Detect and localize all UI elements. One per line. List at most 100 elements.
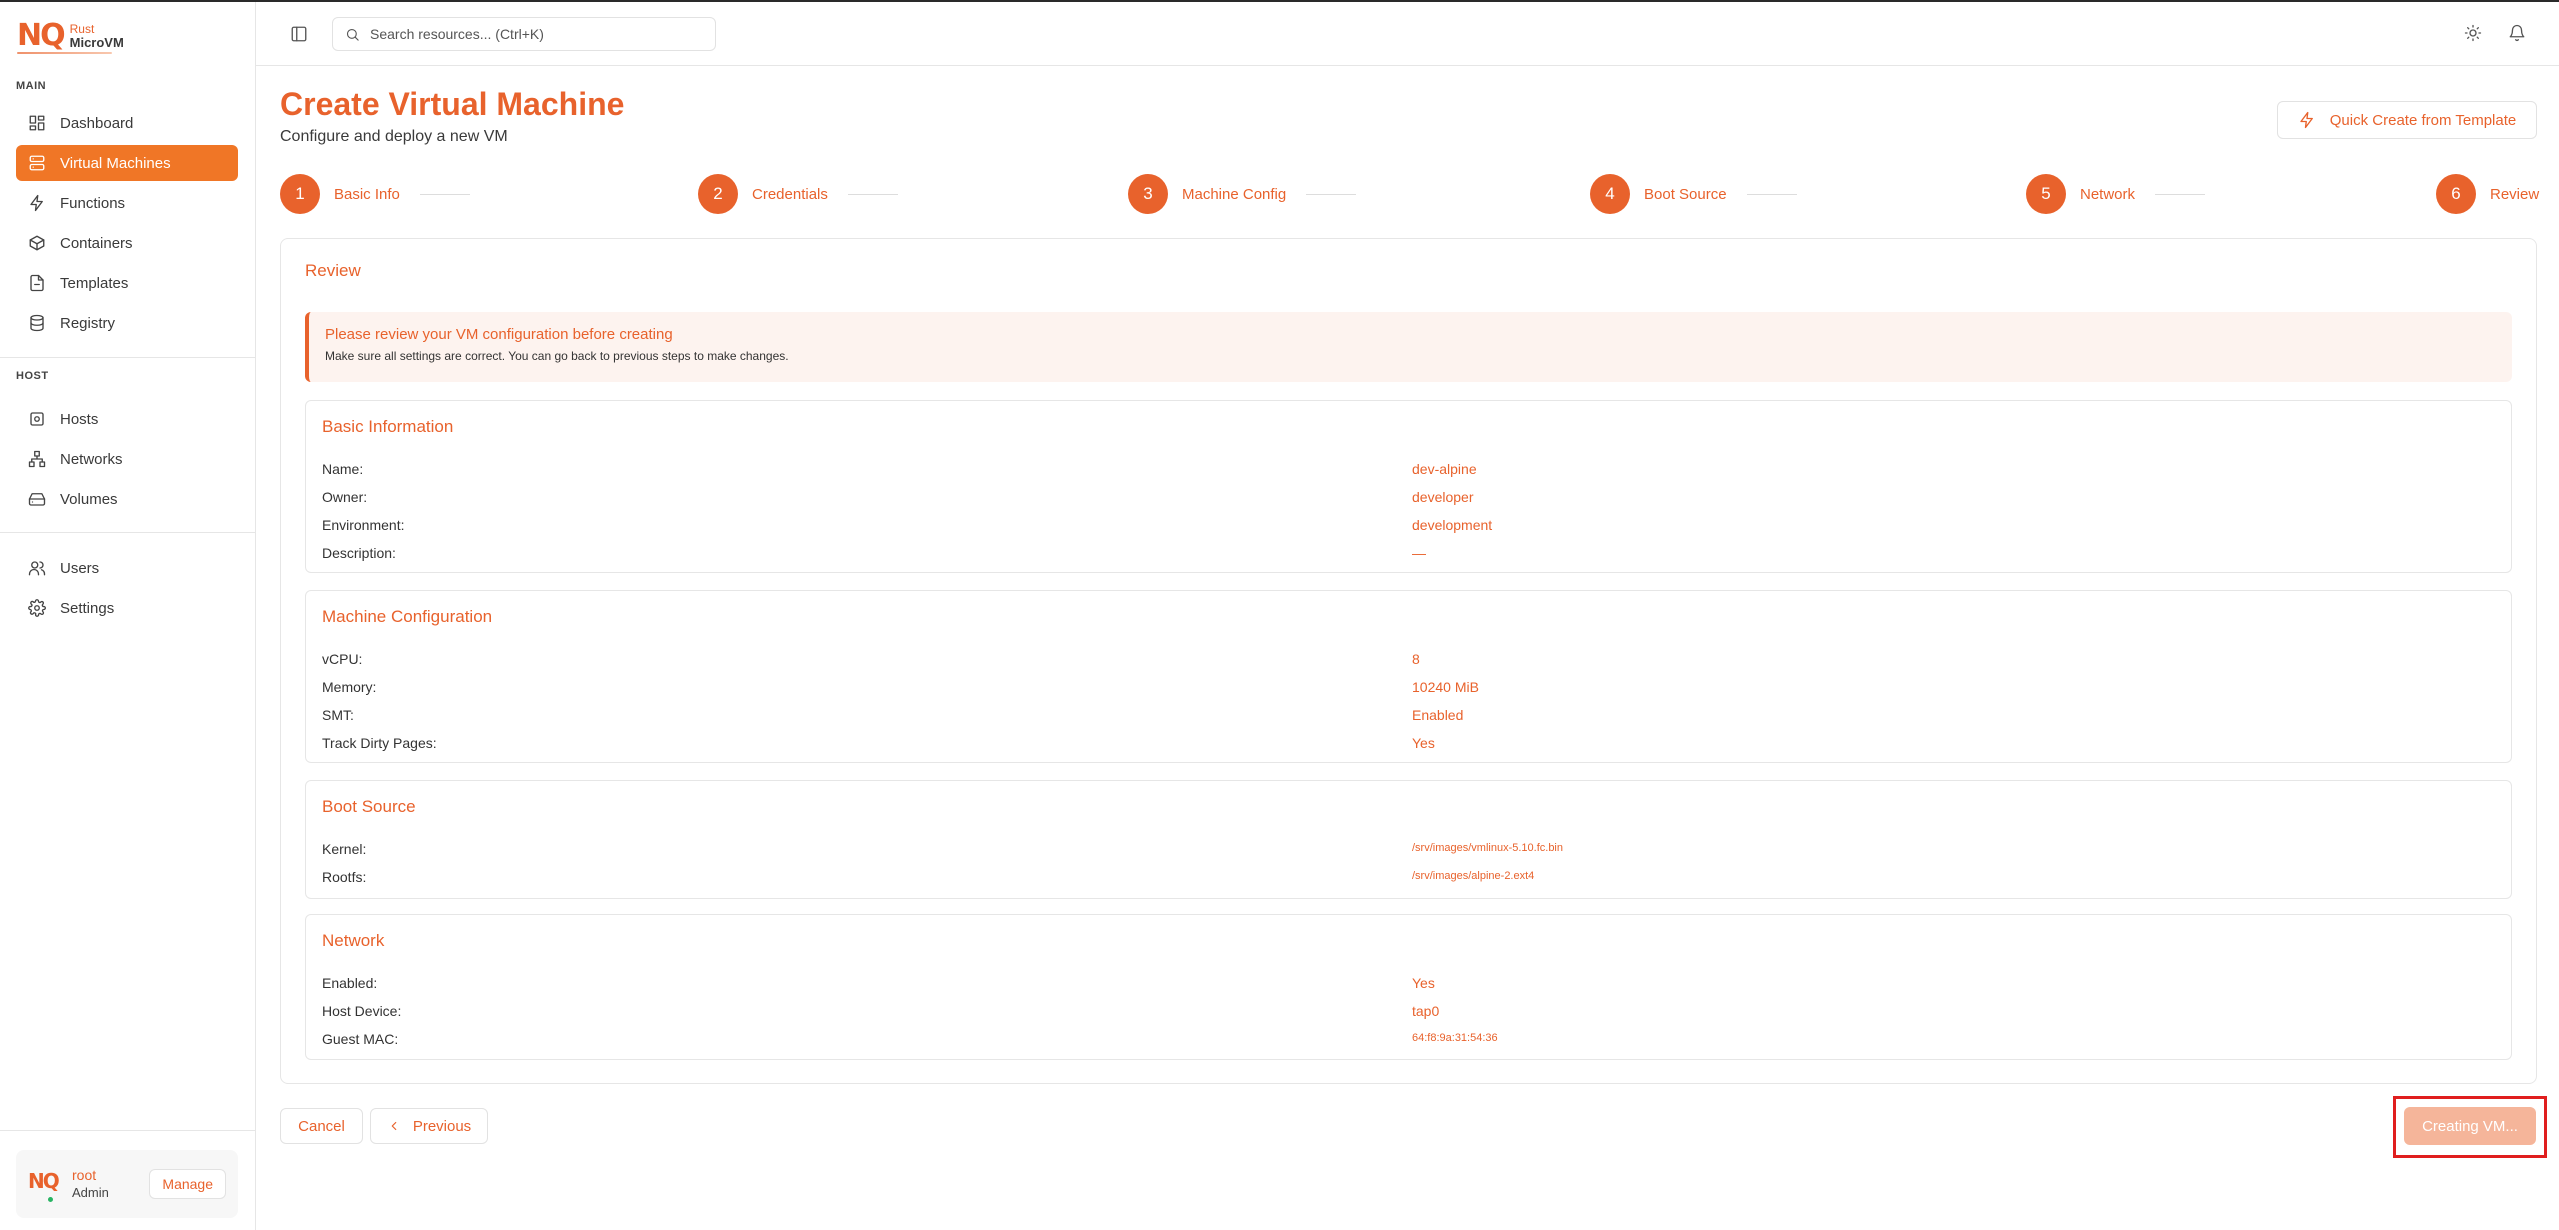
review-row: Kernel:/srv/images/vmlinux-5.10.fc.bin — [322, 841, 1563, 857]
step-connector — [419, 193, 470, 195]
network-icon — [28, 450, 46, 468]
step-label: Network — [2080, 185, 2136, 203]
host-icon — [30, 412, 44, 426]
step-number: 1 — [280, 174, 320, 214]
sidebar-item-volumes[interactable]: Volumes — [16, 481, 238, 517]
sidebar-item-label: Dashboard — [60, 114, 134, 132]
step-number: 2 — [698, 174, 738, 214]
gear-icon — [28, 599, 46, 617]
sidebar-item-label: Functions — [60, 194, 126, 212]
step-network[interactable]: 5 Network — [2026, 174, 2206, 214]
section-boot-source: Boot Source Kernel:/srv/images/vmlinux-5… — [305, 780, 2512, 899]
step-connector — [2155, 193, 2206, 195]
brand-logo[interactable]: NQ Rust MicroVM — [17, 18, 124, 53]
review-row: SMT: Enabled — [322, 707, 1464, 723]
review-row: Description: — — [322, 545, 1426, 561]
online-status-dot — [46, 1195, 55, 1204]
step-boot-source[interactable]: 4 Boot Source — [1590, 174, 1797, 214]
sidebar-item-networks[interactable]: Networks — [16, 441, 238, 477]
sidebar-item-hosts[interactable]: Hosts — [16, 401, 238, 437]
review-row: Environment: development — [322, 517, 1493, 533]
review-card: Review Please review your VM configurati… — [280, 238, 2537, 1084]
page-subtitle: Configure and deploy a new VM — [280, 128, 508, 145]
section-label-main: MAIN — [16, 80, 47, 92]
sidebar-divider — [0, 1130, 256, 1131]
database-icon — [30, 314, 44, 332]
review-row: Memory: 10240 MiB — [322, 679, 1479, 695]
section-title: Network — [322, 931, 385, 950]
review-row: Rootfs:/srv/images/alpine-2.ext4 — [322, 869, 1535, 885]
manage-button[interactable]: Manage — [149, 1169, 226, 1199]
step-machine-config[interactable]: 3 Machine Config — [1128, 174, 1357, 214]
bolt-icon — [2300, 111, 2313, 129]
search-box[interactable] — [332, 17, 716, 51]
sidebar-item-containers[interactable]: Containers — [16, 225, 238, 261]
alert-text: Make sure all settings are correct. You … — [325, 349, 789, 363]
step-basic-info[interactable]: 1 Basic Info — [280, 174, 470, 214]
previous-button[interactable]: Previous — [370, 1108, 488, 1144]
section-label-host: HOST — [16, 370, 49, 382]
theme-toggle-sun-icon[interactable] — [2464, 24, 2482, 42]
step-credentials[interactable]: 2 Credentials — [698, 174, 898, 214]
brand-underline — [17, 52, 112, 54]
sidebar-item-label: Containers — [60, 234, 133, 252]
review-row: Enabled: Yes — [322, 975, 1435, 991]
avatar: NQ — [28, 1169, 60, 1204]
section-network: Network Enabled: Yes Host Device: tap0 Gue… — [305, 914, 2512, 1060]
section-title: Boot Source — [322, 797, 416, 816]
sidebar-item-label: Settings — [60, 599, 115, 617]
review-row: Host Device: tap0 — [322, 1003, 1440, 1019]
search-input[interactable] — [370, 26, 690, 42]
sidebar-item-label: Hosts — [60, 410, 99, 428]
sidebar-item-templates[interactable]: Templates — [16, 265, 238, 301]
sidebar-item-functions[interactable]: Functions — [16, 185, 238, 221]
sidebar-toggle-icon[interactable] — [290, 25, 308, 43]
server-icon — [29, 155, 45, 171]
drive-icon — [28, 493, 46, 506]
review-alert: Please review your VM configuration befo… — [305, 312, 2512, 382]
section-title: Basic Information — [322, 417, 454, 436]
user-card: NQ root Admin Manage — [16, 1150, 238, 1218]
cancel-button[interactable]: Cancel — [280, 1108, 363, 1144]
sidebar-item-dashboard[interactable]: Dashboard — [16, 105, 238, 141]
review-row: Owner: developer — [322, 489, 1474, 505]
sidebar-item-virtual-machines[interactable]: Virtual Machines — [16, 145, 238, 181]
brand-line2: MicroVM — [69, 34, 124, 50]
brand-line1: Rust — [69, 21, 95, 36]
review-title: Review — [305, 261, 361, 280]
step-number: 3 — [1128, 174, 1168, 214]
sidebar-item-settings[interactable]: Settings — [16, 590, 238, 626]
sidebar-item-label: Users — [60, 559, 100, 577]
sidebar-item-users[interactable]: Users — [16, 550, 238, 586]
sidebar-divider — [0, 357, 256, 358]
review-row: Name: dev-alpine — [322, 461, 1477, 477]
step-label: Review — [2490, 185, 2540, 203]
step-connector — [1746, 193, 1797, 195]
search-icon — [346, 28, 359, 41]
sidebar-item-label: Registry — [60, 314, 116, 332]
section-basic-information: Basic Information Name: dev-alpine Owner:… — [305, 400, 2512, 573]
bolt-icon — [30, 194, 43, 212]
creating-vm-button[interactable]: Creating VM... — [2404, 1107, 2536, 1145]
notification-bell-icon[interactable] — [2508, 24, 2526, 42]
user-role: Admin — [72, 1185, 109, 1200]
logo-mark: NQ — [17, 18, 66, 53]
sidebar: NQ Rust MicroVM MAIN Dashboard Virtual M… — [0, 2, 256, 1230]
step-connector — [847, 193, 898, 195]
box-icon — [29, 235, 45, 251]
step-review[interactable]: 6 Review — [2436, 174, 2539, 214]
quick-create-button[interactable]: Quick Create from Template — [2277, 101, 2537, 139]
file-icon — [30, 274, 44, 292]
grid-icon — [29, 115, 45, 131]
step-label: Credentials — [752, 185, 828, 203]
page-title: Create Virtual Machine — [280, 86, 625, 122]
user-name: root — [72, 1167, 97, 1183]
review-row: vCPU: 8 — [322, 651, 1420, 667]
sidebar-item-registry[interactable]: Registry — [16, 305, 238, 341]
section-title: Machine Configuration — [322, 607, 493, 626]
chevron-left-icon — [391, 1121, 397, 1131]
sidebar-item-label: Volumes — [60, 490, 118, 508]
sidebar-item-label: Virtual Machines — [60, 154, 171, 172]
sidebar-item-label: Networks — [60, 450, 123, 468]
step-number: 4 — [1590, 174, 1630, 214]
